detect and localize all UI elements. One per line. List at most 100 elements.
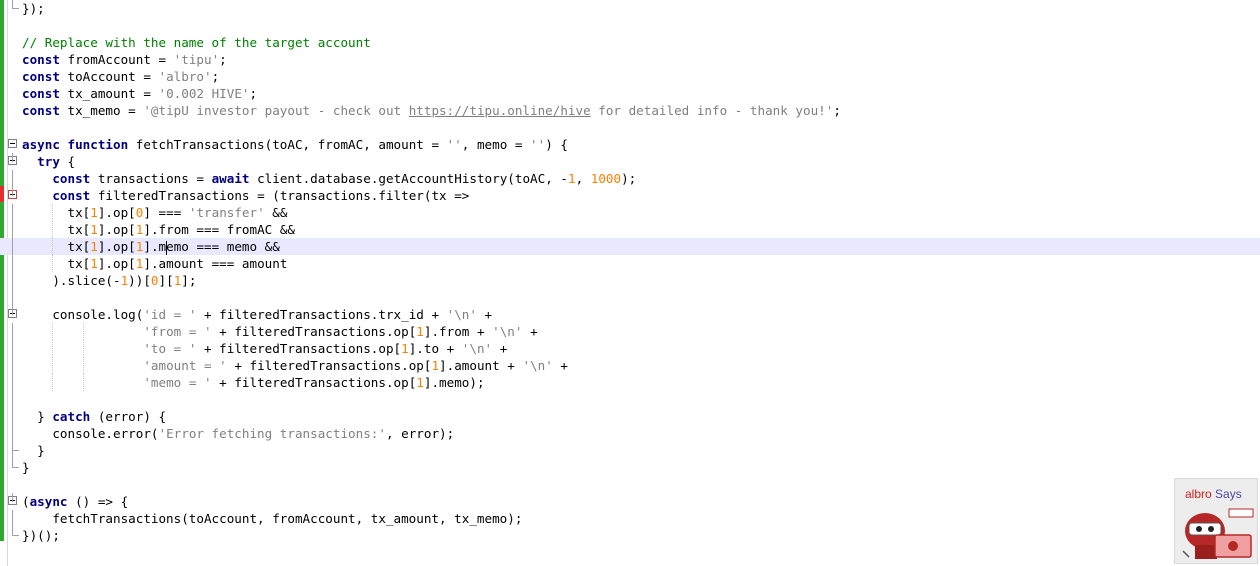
- fold-gutter: [0, 357, 21, 374]
- code-line[interactable]: const transactions = await client.databa…: [0, 170, 1260, 187]
- code-token: ].m: [143, 239, 167, 254]
- code-token: async: [29, 494, 68, 509]
- code-line[interactable]: [0, 391, 1260, 408]
- fold-gutter: [0, 119, 21, 136]
- code-token: 1000: [590, 171, 622, 186]
- code-line[interactable]: try {: [0, 153, 1260, 170]
- code-token: const: [22, 86, 60, 101]
- code-editor[interactable]: }); // Replace with the name of the targe…: [0, 0, 1260, 566]
- code-line[interactable]: ).slice(-1))[0][1];: [0, 272, 1260, 289]
- code-line[interactable]: [0, 476, 1260, 493]
- code-token: 'Error fetching transactions:': [158, 426, 386, 441]
- code-line[interactable]: })();: [0, 527, 1260, 544]
- code-text: tx[1].op[1].from === fromAC &&: [22, 221, 295, 238]
- code-line[interactable]: [0, 17, 1260, 34]
- fold-gutter[interactable]: [0, 187, 21, 204]
- code-line[interactable]: }: [0, 442, 1260, 459]
- code-token: 'from = ': [143, 324, 212, 339]
- code-line[interactable]: [0, 289, 1260, 306]
- code-token: 'to = ': [143, 341, 197, 356]
- code-line[interactable]: const fromAccount = 'tipu';: [0, 51, 1260, 68]
- code-line[interactable]: console.log('id = ' + filteredTransactio…: [0, 306, 1260, 323]
- code-token: + filteredTransactions.op[: [211, 375, 417, 390]
- code-token: const: [22, 52, 60, 67]
- code-line[interactable]: 'memo = ' + filteredTransactions.op[1].m…: [0, 374, 1260, 391]
- code-line[interactable]: (async () => {: [0, 493, 1260, 510]
- code-token: });: [22, 1, 45, 16]
- code-line[interactable]: const tx_amount = '0.002 HIVE';: [0, 85, 1260, 102]
- code-token: tx[: [22, 256, 91, 271]
- code-token: ))[: [128, 273, 151, 288]
- fold-gutter[interactable]: [0, 136, 21, 153]
- code-token: 1: [416, 324, 424, 339]
- code-line[interactable]: } catch (error) {: [0, 408, 1260, 425]
- fold-gutter: [0, 527, 21, 544]
- code-token: + filteredTransactions.op[: [226, 358, 432, 373]
- code-token: ].op[: [97, 205, 136, 220]
- code-line[interactable]: tx[1].op[1].memo === memo &&: [0, 238, 1260, 255]
- code-token: ) {: [545, 137, 568, 152]
- code-text: fetchTransactions(toAccount, fromAccount…: [22, 510, 522, 527]
- code-text: }: [22, 459, 30, 476]
- code-line[interactable]: });: [0, 0, 1260, 17]
- code-token: tx_amount =: [59, 86, 159, 101]
- code-token: const: [52, 188, 91, 203]
- code-line[interactable]: }: [0, 459, 1260, 476]
- robot-mascot-icon: [1182, 508, 1254, 559]
- code-text: const fromAccount = 'tipu';: [22, 51, 227, 68]
- fold-gutter[interactable]: [0, 306, 21, 323]
- code-line[interactable]: const tx_memo = '@tipU investor payout -…: [0, 102, 1260, 119]
- code-text: const tx_amount = '0.002 HIVE';: [22, 85, 257, 102]
- code-line[interactable]: tx[1].op[1].from === fromAC &&: [0, 221, 1260, 238]
- code-line[interactable]: const filteredTransactions = (transactio…: [0, 187, 1260, 204]
- code-token: 'id = ': [143, 307, 197, 322]
- code-token: {: [59, 154, 76, 169]
- code-line[interactable]: 'amount = ' + filteredTransactions.op[1]…: [0, 357, 1260, 374]
- code-text: async function fetchTransactions(toAC, f…: [22, 136, 568, 153]
- fold-gutter: [0, 459, 21, 476]
- code-line[interactable]: async function fetchTransactions(toAC, f…: [0, 136, 1260, 153]
- code-line[interactable]: const toAccount = 'albro';: [0, 68, 1260, 85]
- code-text: const transactions = await client.databa…: [22, 170, 636, 187]
- code-text: tx[1].op[1].memo === memo &&: [22, 238, 280, 255]
- fold-gutter: [0, 374, 21, 391]
- code-line[interactable]: 'to = ' + filteredTransactions.op[1].to …: [0, 340, 1260, 357]
- code-token: + filteredTransactions.trx_id +: [196, 307, 447, 322]
- code-token: 'tipu': [173, 52, 220, 67]
- code-token: ].amount +: [439, 358, 523, 373]
- code-token: fromAccount =: [59, 52, 174, 67]
- code-token: +: [522, 324, 538, 339]
- fold-gutter: [0, 255, 21, 272]
- fold-gutter: [0, 442, 21, 459]
- code-line[interactable]: tx[1].op[0] === 'transfer' &&: [0, 204, 1260, 221]
- code-line[interactable]: console.error('Error fetching transactio…: [0, 425, 1260, 442]
- code-line[interactable]: tx[1].op[1].amount === amount: [0, 255, 1260, 272]
- fold-gutter: [0, 408, 21, 425]
- fold-gutter[interactable]: [0, 493, 21, 510]
- code-token: fetchTransactions(toAC, fromAC, amount =: [128, 137, 447, 152]
- albro-says-badge: albro Says: [1174, 478, 1258, 564]
- code-text: 'to = ' + filteredTransactions.op[1].to …: [22, 340, 507, 357]
- code-token: }: [22, 443, 45, 458]
- fold-gutter: [0, 510, 21, 527]
- fold-gutter: [0, 68, 21, 85]
- memo-url-link[interactable]: https://tipu.online/hive: [409, 103, 591, 118]
- code-token: ];: [181, 273, 197, 288]
- code-line[interactable]: [0, 119, 1260, 136]
- code-line[interactable]: // Replace with the name of the target a…: [0, 34, 1260, 51]
- code-line[interactable]: fetchTransactions(toAccount, fromAccount…: [0, 510, 1260, 527]
- fold-toggle-icon[interactable]: [8, 139, 17, 148]
- fold-gutter[interactable]: [0, 153, 21, 170]
- code-token: // Replace with the name of the target a…: [22, 35, 371, 50]
- code-text: 'memo = ' + filteredTransactions.op[1].m…: [22, 374, 484, 391]
- fold-gutter: [0, 323, 21, 340]
- fold-gutter: [0, 170, 21, 187]
- code-token: for detailed info - thank you!': [590, 103, 834, 118]
- code-token: console.log(: [22, 307, 144, 322]
- fold-gutter: [0, 272, 21, 289]
- code-text: const tx_memo = '@tipU investor payout -…: [22, 102, 841, 119]
- code-line[interactable]: 'from = ' + filteredTransactions.op[1].f…: [0, 323, 1260, 340]
